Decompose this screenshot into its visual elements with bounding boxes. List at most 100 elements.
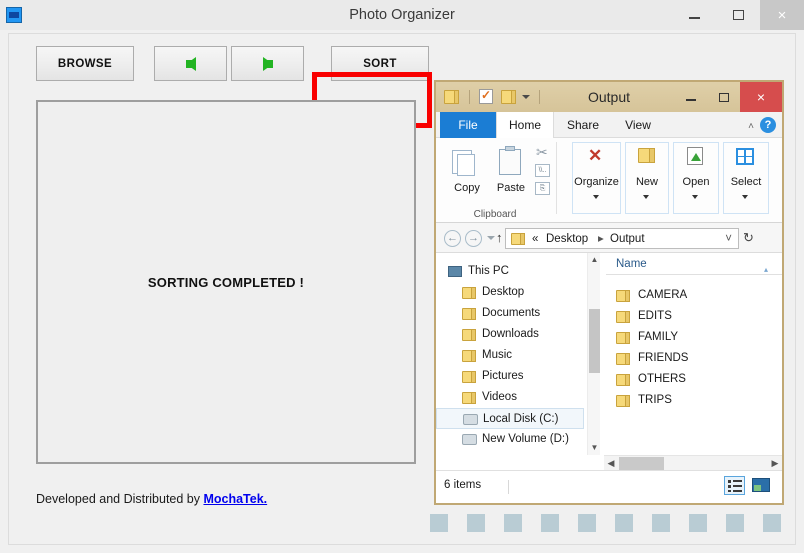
tab-view[interactable]: View xyxy=(612,112,664,138)
minimize-icon xyxy=(688,17,700,19)
open-icon xyxy=(687,147,703,165)
copy-icon[interactable] xyxy=(452,150,475,176)
file-list-item-label: OTHERS xyxy=(638,373,686,385)
select-chevron-down-icon[interactable] xyxy=(742,195,748,199)
tab-file[interactable]: File xyxy=(440,112,496,138)
explorer-maximize-button[interactable] xyxy=(707,82,740,112)
horizontal-scrollbar-thumb[interactable] xyxy=(619,457,664,470)
refresh-button[interactable]: ↻ xyxy=(743,230,754,246)
disk-icon xyxy=(463,414,478,425)
scroll-up-icon[interactable]: ▲ xyxy=(588,253,601,267)
tree-item-label: New Volume (D:) xyxy=(482,433,569,445)
progress-indicator xyxy=(430,514,785,532)
disk-icon xyxy=(462,434,477,445)
address-folder-icon xyxy=(511,233,525,245)
next-button[interactable] xyxy=(231,46,304,81)
explorer-ribbon: Copy Paste ✂ \\.. ⎘ Clipboard ✕ Organize… xyxy=(436,138,782,223)
paste-icon[interactable] xyxy=(499,146,521,175)
tree-item-label: This PC xyxy=(468,265,509,277)
back-button[interactable]: ← xyxy=(444,230,461,247)
explorer-panes: This PC Desktop Documents Downloads Music Pic… xyxy=(436,253,782,455)
large-icons-view-button[interactable] xyxy=(751,476,772,495)
forward-button[interactable]: → xyxy=(465,230,482,247)
progress-square xyxy=(430,514,448,532)
browse-button[interactable]: BROWSE xyxy=(36,46,134,81)
file-list-item-label: CAMERA xyxy=(638,289,688,301)
tab-home[interactable]: Home xyxy=(496,112,554,138)
up-button[interactable]: ↑ xyxy=(496,230,503,245)
app-body: BROWSE SORT SORTING COMPLETED ! Develope… xyxy=(8,33,796,545)
progress-square xyxy=(578,514,596,532)
scroll-left-icon[interactable]: ◀ xyxy=(604,456,618,470)
delete-x-icon: ✕ xyxy=(588,146,603,165)
window-controls: × xyxy=(672,0,804,30)
details-view-button[interactable] xyxy=(724,476,745,495)
folder-icon xyxy=(462,371,476,383)
breadcrumb-separator: ▸ xyxy=(598,233,604,245)
folder-icon xyxy=(462,308,476,320)
folder-icon xyxy=(616,332,630,344)
progress-square xyxy=(689,514,707,532)
close-button[interactable]: × xyxy=(760,0,804,30)
footer-text: Developed and Distributed by xyxy=(36,492,204,506)
folder-icon xyxy=(462,287,476,299)
paste-shortcut-icon[interactable]: ⎘ xyxy=(535,182,550,195)
mochatek-link[interactable]: MochaTek. xyxy=(203,492,267,506)
item-count-label: 6 items xyxy=(444,479,482,491)
status-message: SORTING COMPLETED ! xyxy=(147,274,305,290)
explorer-ribbon-tabs: ˄ ? File Home Share View xyxy=(436,112,782,138)
tree-scrollbar[interactable]: ▲ ▼ xyxy=(587,253,600,455)
breadcrumb-desktop[interactable]: Desktop xyxy=(546,229,588,249)
recent-locations-icon[interactable] xyxy=(487,236,495,240)
folder-icon xyxy=(616,374,630,386)
arrow-left-icon xyxy=(185,56,196,71)
progress-square xyxy=(504,514,522,532)
tree-item-label: Documents xyxy=(482,307,541,319)
cut-scissors-icon[interactable]: ✂ xyxy=(536,144,548,161)
scroll-down-icon[interactable]: ▼ xyxy=(588,441,601,455)
file-list-item-label: EDITS xyxy=(638,310,672,322)
folder-icon xyxy=(462,350,476,362)
progress-square xyxy=(763,514,781,532)
tree-item-local-disk-c[interactable]: Local Disk (C:) xyxy=(436,408,584,429)
file-list-item-label: TRIPS xyxy=(638,394,672,406)
tree-item-label: Videos xyxy=(482,391,517,403)
photo-organizer-window: Photo Organizer × BROWSE SORT SORTING CO… xyxy=(0,0,804,553)
progress-square xyxy=(467,514,485,532)
copy-path-icon[interactable]: \\.. xyxy=(535,164,550,177)
tree-item-label: Pictures xyxy=(482,370,524,382)
file-list-item-label: FAMILY xyxy=(638,331,679,343)
new-chevron-down-icon[interactable] xyxy=(643,195,649,199)
explorer-window: Output × ˄ ? FileHomeShareView Copy Past… xyxy=(434,80,784,505)
tree-item-label: Music xyxy=(482,349,513,361)
horizontal-scrollbar[interactable]: ◀ ▶ xyxy=(604,455,782,470)
open-chevron-down-icon[interactable] xyxy=(692,195,698,199)
folder-icon xyxy=(616,290,630,302)
maximize-icon xyxy=(732,10,744,20)
tree-scrollbar-thumb[interactable] xyxy=(589,309,600,373)
collapse-ribbon-icon[interactable]: ˄ xyxy=(748,121,754,132)
address-path-box[interactable]: « Desktop ▸ Output ˅ xyxy=(505,228,739,249)
this-pc-icon xyxy=(448,266,462,277)
display-panel: SORTING COMPLETED ! xyxy=(36,100,416,464)
explorer-maximize-icon xyxy=(718,92,729,102)
explorer-titlebar: Output × xyxy=(436,82,782,112)
address-chevron-down-icon[interactable]: ˅ xyxy=(725,229,732,249)
breadcrumb-output[interactable]: Output xyxy=(610,229,645,249)
explorer-window-controls: × xyxy=(674,82,782,112)
progress-square xyxy=(652,514,670,532)
arrow-right-icon xyxy=(262,56,273,71)
scroll-right-icon[interactable]: ▶ xyxy=(768,456,782,470)
organize-chevron-down-icon[interactable] xyxy=(593,195,599,199)
explorer-close-button[interactable]: × xyxy=(740,82,782,112)
tree-item-label: Desktop xyxy=(482,286,525,298)
explorer-minimize-button[interactable] xyxy=(674,82,707,112)
folder-icon xyxy=(616,395,630,407)
maximize-button[interactable] xyxy=(716,0,760,30)
help-icon[interactable]: ? xyxy=(760,117,776,133)
tree-item-label: Local Disk (C:) xyxy=(483,413,559,425)
minimize-button[interactable] xyxy=(672,0,716,30)
tab-share[interactable]: Share xyxy=(554,112,612,138)
previous-button[interactable] xyxy=(154,46,227,81)
file-list-item-label: FRIENDS xyxy=(638,352,689,364)
